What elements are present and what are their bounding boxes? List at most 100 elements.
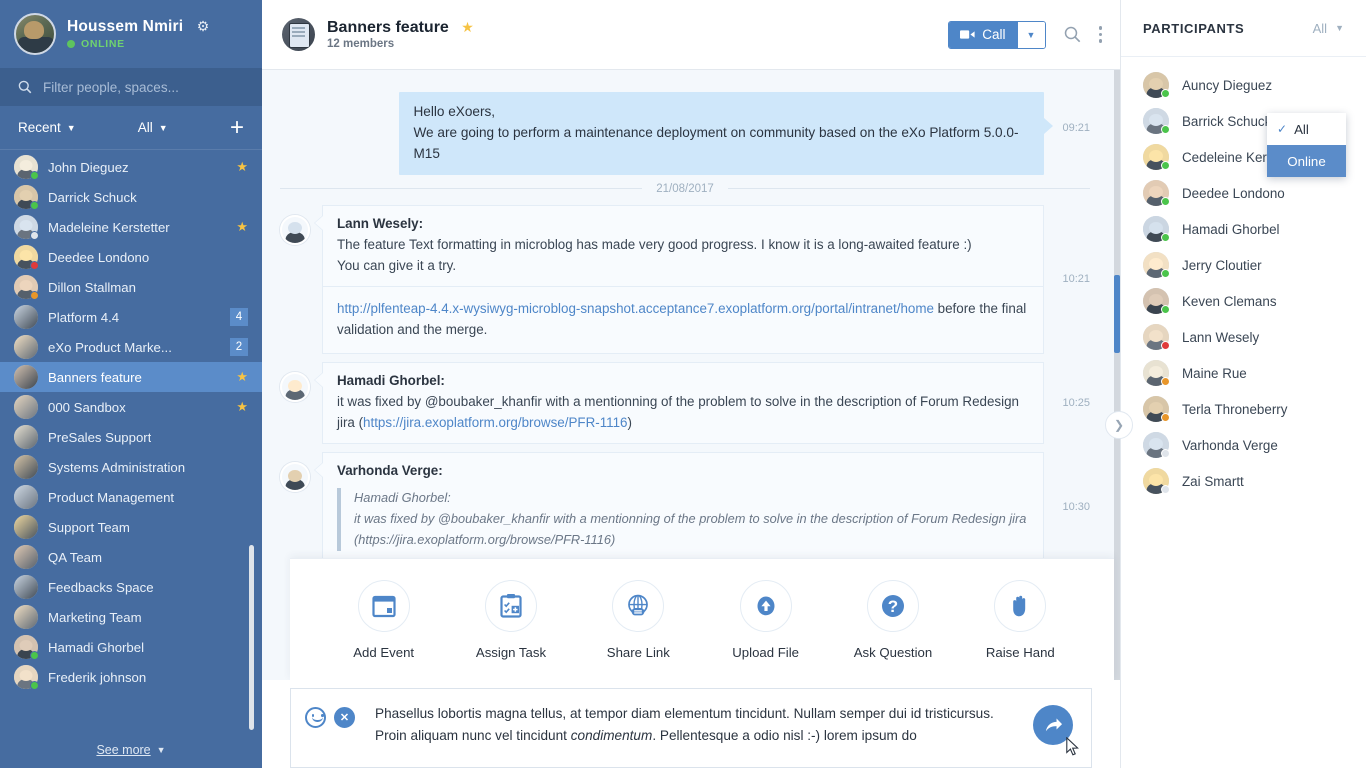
presence-dot-offline (1161, 449, 1170, 458)
avatar (280, 214, 310, 245)
sidebar-item-dillon-stallman[interactable]: Dillon Stallman (0, 272, 262, 302)
message-link[interactable]: http://plfenteap-4.4.x-wysiwyg-microblog… (337, 301, 934, 316)
avatar (14, 275, 39, 300)
sidebar-item-label: Feedbacks Space (48, 579, 154, 595)
call-button[interactable]: Call (949, 21, 1017, 48)
send-button[interactable] (1033, 705, 1073, 745)
avatar (1143, 108, 1170, 134)
avatar (1143, 468, 1170, 494)
message-author: Lann Wesely: (337, 215, 424, 231)
quoted-line: it was fixed by @boubaker_khanfir with a… (354, 511, 1027, 527)
participant-jerry-cloutier[interactable]: Jerry Cloutier (1121, 247, 1366, 283)
sidebar-item-banners-feature[interactable]: Banners feature ★ (0, 362, 262, 392)
collapse-panel-button[interactable]: ❯ (1105, 411, 1133, 439)
avatar (14, 305, 38, 329)
avatar (14, 365, 38, 389)
participant-zai-smartt[interactable]: Zai Smartt (1121, 463, 1366, 499)
star-icon[interactable]: ★ (461, 19, 474, 35)
divider (727, 188, 1090, 190)
sidebar-search[interactable] (0, 68, 262, 106)
message-author: Hamadi Ghorbel: (337, 372, 445, 388)
gear-icon[interactable]: ⚙ (197, 18, 210, 35)
sidebar-item-platform-4-4[interactable]: Platform 4.4 4 (0, 302, 262, 332)
see-more-button[interactable]: See more ▼ (0, 732, 262, 768)
sidebar-item-product-management[interactable]: Product Management (0, 482, 262, 512)
participant-deedee-londono[interactable]: Deedee Londono (1121, 175, 1366, 211)
avatar (14, 215, 39, 240)
star-icon[interactable]: ★ (236, 219, 248, 235)
sort-dropdown[interactable]: Recent ▼ (18, 120, 76, 135)
filter-option-online[interactable]: Online (1267, 145, 1346, 177)
presence-dot-online (1161, 233, 1170, 242)
quick-action-add-event[interactable]: Add Event (329, 579, 439, 660)
sidebar-item-label: Banners feature (48, 369, 142, 385)
avatar (14, 485, 38, 509)
sidebar-filter-bar: Recent ▼ All ▼ + (0, 106, 262, 150)
sidebar-item-john-dieguez[interactable]: John Dieguez ★ (0, 152, 262, 182)
quick-action-share-link[interactable]: Share Link (583, 579, 693, 660)
sidebar-item-label: QA Team (48, 549, 102, 565)
message-composer[interactable]: ✕ Phasellus lobortis magna tellus, at te… (290, 688, 1092, 768)
sidebar-item-support-team[interactable]: Support Team (0, 512, 262, 542)
send-arrow-icon (1045, 717, 1062, 731)
message-line: it was fixed by @boubaker_khanfir with a… (337, 393, 1020, 430)
message-line: We are going to perform a maintenance de… (413, 124, 1019, 161)
participant-varhonda-verge[interactable]: Varhonda Verge (1121, 427, 1366, 463)
star-icon[interactable]: ★ (236, 399, 248, 415)
avatar (1143, 216, 1170, 242)
message-line: You can give it a try. (337, 257, 457, 273)
message-link[interactable]: https://jira.exoplatform.org/browse/PFR-… (363, 415, 627, 430)
star-icon[interactable]: ★ (236, 369, 248, 385)
participant-name: Auncy Dieguez (1182, 77, 1273, 93)
quick-action-raise-hand[interactable]: Raise Hand (965, 579, 1075, 660)
sidebar-item-deedee-londono[interactable]: Deedee Londono (0, 242, 262, 272)
sidebar-item-000-sandbox[interactable]: 000 Sandbox ★ (0, 392, 262, 422)
sidebar-item-marketing-team[interactable]: Marketing Team (0, 602, 262, 632)
message-input[interactable]: Phasellus lobortis magna tellus, at temp… (375, 703, 1077, 746)
quick-action-assign-task[interactable]: Assign Task (456, 579, 566, 660)
sidebar-item-qa-team[interactable]: QA Team (0, 542, 262, 572)
filter-option-all[interactable]: ✓ All (1267, 113, 1346, 145)
avatar (14, 455, 38, 479)
avatar (1143, 432, 1170, 458)
star-icon[interactable]: ★ (236, 159, 248, 175)
composer-text-part2: . Pellentesque a odio nisl :-) lorem ips… (652, 727, 917, 743)
close-circle-icon[interactable]: ✕ (334, 707, 355, 728)
quoted-line: (https://jira.exoplatform.org/browse/PFR… (354, 531, 616, 547)
presence-dot-online (1161, 197, 1170, 206)
quick-action-upload-file[interactable]: Upload File (711, 579, 821, 660)
search-button[interactable] (1064, 26, 1081, 43)
more-options-button[interactable] (1098, 26, 1102, 43)
room-member-count: 12 members (327, 38, 395, 51)
search-input[interactable] (43, 79, 233, 95)
sidebar-list: John Dieguez ★ Darrick Schuck Madeleine K… (0, 150, 262, 732)
participant-lann-wesely[interactable]: Lann Wesely (1121, 319, 1366, 355)
sidebar-scrollbar[interactable] (249, 545, 254, 730)
call-dropdown-toggle[interactable]: ▼ (1016, 21, 1045, 48)
emoji-smiley-icon[interactable] (305, 707, 326, 728)
participant-keven-clemans[interactable]: Keven Clemans (1121, 283, 1366, 319)
sidebar-item-presales-support[interactable]: PreSales Support (0, 422, 262, 452)
sidebar-item-darrick-schuck[interactable]: Darrick Schuck (0, 182, 262, 212)
add-button[interactable]: + (230, 115, 244, 140)
participant-hamadi-ghorbel[interactable]: Hamadi Ghorbel (1121, 211, 1366, 247)
sidebar-item-frederik-johnson[interactable]: Frederik johnson (0, 662, 262, 692)
sidebar-item-feedbacks-space[interactable]: Feedbacks Space (0, 572, 262, 602)
scope-dropdown[interactable]: All ▼ (138, 120, 168, 135)
quick-action-ask-question[interactable]: ? Ask Question (838, 579, 948, 660)
presence-dot-dnd (1161, 341, 1170, 350)
participant-maine-rue[interactable]: Maine Rue (1121, 355, 1366, 391)
sidebar-item-systems-administration[interactable]: Systems Administration (0, 452, 262, 482)
sidebar-item-madeleine-kerstetter[interactable]: Madeleine Kerstetter ★ (0, 212, 262, 242)
sidebar-item-hamadi-ghorbel[interactable]: Hamadi Ghorbel (0, 632, 262, 662)
sidebar-item-exo-product-marke[interactable]: eXo Product Marke... 2 (0, 332, 262, 362)
participant-terla-throneberry[interactable]: Terla Throneberry (1121, 391, 1366, 427)
presence-dot-online (1161, 305, 1170, 314)
current-user-name: Houssem Nmiri (67, 17, 184, 35)
current-user-header[interactable]: Houssem Nmiri ⚙ ONLINE (0, 0, 262, 68)
current-user-info: Houssem Nmiri ⚙ ONLINE (67, 18, 209, 50)
participant-auncy-dieguez[interactable]: Auncy Dieguez (1121, 67, 1366, 103)
participants-filter-dropdown[interactable]: All ▼ (1313, 21, 1344, 36)
sort-dropdown-label: Recent (18, 120, 61, 135)
message-bubble-continuation: http://plfenteap-4.4.x-wysiwyg-microblog… (322, 287, 1045, 354)
